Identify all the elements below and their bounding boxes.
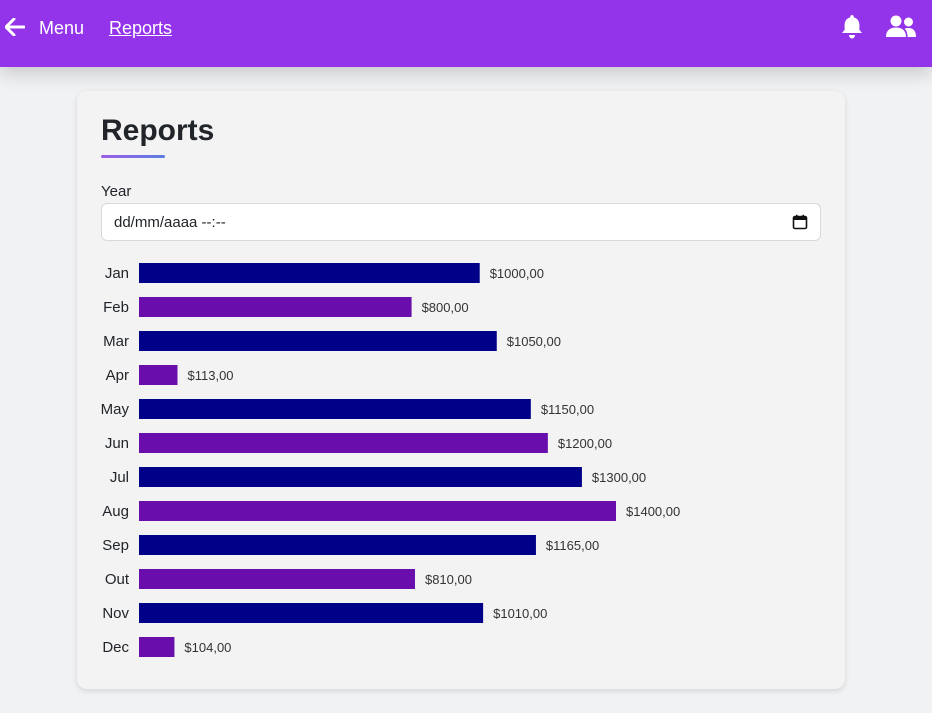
month-label-nov: Nov (102, 605, 129, 622)
users-icon (886, 15, 916, 37)
value-label-out: $810,00 (425, 572, 472, 587)
month-label-mar: Mar (103, 333, 129, 350)
back-button[interactable] (4, 17, 26, 37)
month-label-jun: Jun (105, 435, 129, 452)
bar-jul (139, 467, 582, 487)
bar-may (139, 399, 531, 419)
month-label-out: Out (105, 571, 130, 588)
reports-card: Reports Year dd/mm/aaaa --:-- Jan $1000,0… (77, 91, 845, 689)
bar-sep (139, 535, 536, 555)
monthly-revenue-chart: Jan $1000,00 Feb $800,00 Mar $1050,00 Apr $113,… (101, 263, 680, 657)
value-label-dec: $104,00 (184, 640, 231, 655)
value-label-apr: $113,00 (188, 368, 234, 383)
top-navbar: Menu Reports (0, 0, 932, 67)
value-label-sep: $1165,00 (546, 538, 599, 553)
bar-aug (139, 501, 616, 521)
bell-icon (842, 15, 862, 39)
notifications-button[interactable] (840, 14, 864, 40)
bar-dec (139, 637, 175, 657)
month-label-dec: Dec (102, 639, 129, 656)
month-label-sep: Sep (102, 537, 129, 554)
arrow-left-icon (5, 18, 25, 36)
value-label-nov: $1010,00 (493, 606, 547, 621)
users-button[interactable] (885, 15, 917, 39)
reports-link[interactable]: Reports (109, 17, 172, 39)
bar-feb (139, 297, 412, 317)
month-label-jan: Jan (105, 265, 129, 282)
value-label-mar: $1050,00 (507, 334, 561, 349)
bar-jun (139, 433, 548, 453)
month-label-aug: Aug (102, 503, 129, 520)
value-label-may: $1150,00 (541, 402, 594, 417)
value-label-feb: $800,00 (422, 300, 469, 315)
value-label-aug: $1400,00 (626, 504, 680, 519)
bar-nov (139, 603, 484, 623)
value-label-jan: $1000,00 (490, 266, 544, 281)
month-label-jul: Jul (110, 469, 129, 486)
bar-mar (139, 331, 497, 351)
bar-out (139, 569, 415, 589)
month-label-feb: Feb (103, 299, 129, 316)
bar-jan (139, 263, 480, 283)
month-label-may: May (101, 401, 130, 418)
month-label-apr: Apr (106, 367, 129, 384)
menu-link[interactable]: Menu (39, 17, 84, 39)
value-label-jul: $1300,00 (592, 470, 646, 485)
bar-apr (139, 365, 178, 385)
value-label-jun: $1200,00 (558, 436, 612, 451)
